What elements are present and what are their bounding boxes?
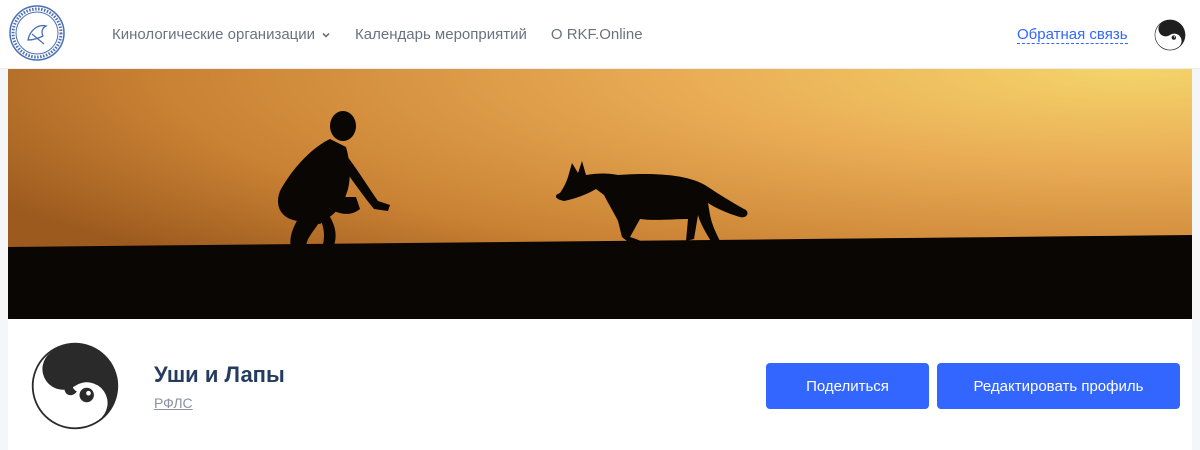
profile-name: Уши и Лапы [154,362,285,387]
profile-card: Уши и Лапы РФЛС Поделиться Редактировать… [8,319,1192,450]
organization-link[interactable]: РФЛС [154,395,193,411]
main-nav: Кинологические организации Календарь мер… [112,0,667,69]
nav-item-about[interactable]: О RKF.Online [551,26,643,43]
rkf-logo-icon[interactable] [8,4,66,62]
cover-image [8,69,1192,319]
nav-item-label: Календарь мероприятий [355,26,527,43]
edit-profile-button[interactable]: Редактировать профиль [937,363,1180,409]
top-header: Кинологические организации Календарь мер… [0,0,1200,69]
nav-item-label: О RKF.Online [550,26,643,43]
cover-banner [8,69,1192,319]
yin-yang-dog-icon [31,342,119,430]
nav-item-kennel-organizations[interactable]: Кинологические организации [112,26,331,43]
feedback-link[interactable]: Обратная связь [1017,26,1128,44]
nav-item-events-calendar[interactable]: Календарь мероприятий [355,26,527,43]
share-button[interactable]: Поделиться [766,363,929,409]
chevron-down-icon [322,32,330,38]
yin-yang-dog-icon[interactable] [1154,19,1186,51]
nav-item-label: Кинологические организации [112,26,316,43]
